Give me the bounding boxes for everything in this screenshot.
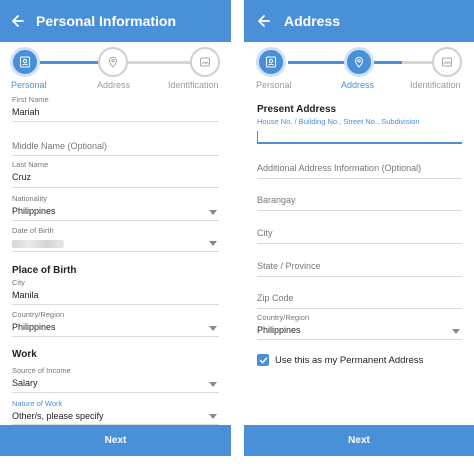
present-address-input[interactable] xyxy=(257,130,462,144)
source-of-income-label: Source of Income xyxy=(12,366,71,375)
step-identification[interactable] xyxy=(190,47,220,77)
id-card-icon xyxy=(20,56,30,68)
address-country-value: Philippines xyxy=(257,325,301,335)
progress-stepper: Personal Address Identification xyxy=(0,42,231,98)
text-cursor xyxy=(257,131,258,143)
dropdown-caret-icon xyxy=(209,241,217,246)
barangay-field[interactable]: Barangay xyxy=(257,195,462,211)
source-of-income-select[interactable]: Source of Income Salary xyxy=(12,366,219,393)
permanent-address-label: Use this as my Permanent Address xyxy=(275,354,424,366)
location-pin-icon xyxy=(108,56,118,68)
stepper-line-active xyxy=(374,61,402,64)
address-country-select[interactable]: Country/Region Philippines xyxy=(257,313,462,340)
page-title: Personal Information xyxy=(36,13,177,29)
state-province-field[interactable]: State / Province xyxy=(257,261,462,277)
permanent-address-checkbox[interactable] xyxy=(257,354,269,366)
barangay-placeholder: Barangay xyxy=(257,195,296,205)
checkmark-icon xyxy=(259,356,267,363)
birth-country-value: Philippines xyxy=(12,322,56,332)
present-address-heading: Present Address xyxy=(257,104,337,115)
additional-address-placeholder: Additional Address Information (Optional… xyxy=(257,163,422,173)
back-button[interactable] xyxy=(0,0,36,42)
first-name-field[interactable]: First Name Mariah xyxy=(12,95,219,122)
step-label-address: Address xyxy=(341,80,375,90)
dropdown-caret-icon xyxy=(452,329,460,334)
document-image-icon xyxy=(442,57,452,67)
dropdown-caret-icon xyxy=(209,414,217,419)
state-province-placeholder: State / Province xyxy=(257,261,321,271)
step-label-identification: Identification xyxy=(410,80,461,90)
middle-name-field[interactable]: Middle Name (Optional) xyxy=(12,141,219,156)
nationality-label: Nationality xyxy=(12,194,48,203)
last-name-field[interactable]: Last Name Cruz xyxy=(12,160,219,188)
nature-of-work-select[interactable]: Nature of Work Other/s, please specify xyxy=(12,399,219,425)
date-of-birth-redacted-value xyxy=(12,240,64,248)
dropdown-caret-icon xyxy=(209,326,217,331)
present-address-hint: House No. / Building No., Street No., Su… xyxy=(257,117,420,126)
birth-country-label: Country/Region xyxy=(12,310,65,319)
birth-country-select[interactable]: Country/Region Philippines xyxy=(12,310,219,337)
date-of-birth-select[interactable]: Date of Birth xyxy=(12,226,219,252)
place-of-birth-heading: Place of Birth xyxy=(12,265,77,276)
source-of-income-value: Salary xyxy=(12,378,38,388)
step-personal[interactable] xyxy=(256,47,286,77)
back-arrow-icon xyxy=(258,15,270,27)
step-label-personal: Personal xyxy=(11,80,47,90)
address-country-label: Country/Region xyxy=(257,313,310,322)
stepper-line-inactive xyxy=(128,61,190,64)
stepper-line-active xyxy=(40,61,98,64)
permanent-address-checkbox-row[interactable]: Use this as my Permanent Address xyxy=(257,354,423,366)
step-label-personal: Personal xyxy=(256,80,292,90)
birth-city-value: Manila xyxy=(12,290,39,300)
step-identification[interactable] xyxy=(432,47,462,77)
next-button[interactable]: Next xyxy=(244,425,474,456)
work-heading: Work xyxy=(12,349,37,360)
location-pin-icon xyxy=(354,56,364,68)
middle-name-placeholder: Middle Name (Optional) xyxy=(12,141,108,151)
back-arrow-icon xyxy=(12,15,24,27)
zip-code-placeholder: Zip Code xyxy=(257,293,294,303)
step-label-address: Address xyxy=(97,80,131,90)
nature-of-work-value: Other/s, please specify xyxy=(12,411,104,421)
last-name-value: Cruz xyxy=(12,172,32,182)
dropdown-caret-icon xyxy=(209,382,217,387)
nationality-value: Philippines xyxy=(12,206,56,216)
progress-stepper: Personal Address Identification xyxy=(244,42,474,98)
birth-city-field[interactable]: City Manila xyxy=(12,278,219,305)
additional-address-field[interactable]: Additional Address Information (Optional… xyxy=(257,163,462,179)
app-bar: Address xyxy=(244,0,474,42)
app-bar: Personal Information xyxy=(0,0,231,42)
page-title: Address xyxy=(284,13,341,29)
back-button[interactable] xyxy=(244,0,284,42)
id-card-icon xyxy=(266,56,276,68)
first-name-value: Mariah xyxy=(12,107,40,117)
nationality-select[interactable]: Nationality Philippines xyxy=(12,194,219,221)
last-name-label: Last Name xyxy=(12,160,49,169)
city-placeholder: City xyxy=(257,228,273,238)
address-screen: Address Personal Address Identification … xyxy=(244,0,474,464)
zip-code-field[interactable]: Zip Code xyxy=(257,293,462,309)
step-label-identification: Identification xyxy=(168,80,219,90)
date-of-birth-label: Date of Birth xyxy=(12,226,54,235)
birth-city-label: City xyxy=(12,278,25,287)
next-button[interactable]: Next xyxy=(0,425,231,456)
first-name-label: First Name xyxy=(12,95,49,104)
step-address[interactable] xyxy=(344,47,374,77)
document-image-icon xyxy=(200,57,210,67)
dropdown-caret-icon xyxy=(209,210,217,215)
stepper-line-inactive xyxy=(402,61,434,64)
screen-divider xyxy=(231,0,244,464)
personal-information-screen: Personal Information Personal Address Id… xyxy=(0,0,231,464)
nature-of-work-label: Nature of Work xyxy=(12,399,63,408)
step-address[interactable] xyxy=(98,47,128,77)
city-field[interactable]: City xyxy=(257,228,462,244)
step-personal[interactable] xyxy=(10,47,40,77)
